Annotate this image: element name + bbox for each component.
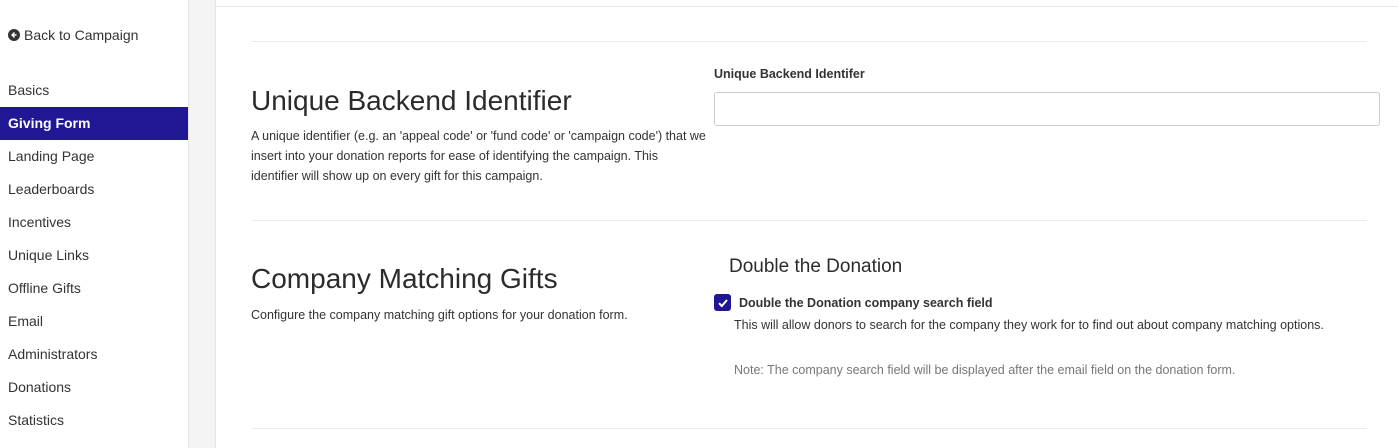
matching-gifts-title: Company Matching Gifts	[251, 263, 558, 294]
backend-identifier-title: Unique Backend Identifier	[251, 85, 572, 116]
double-the-donation-note: Note: The company search field will be d…	[734, 363, 1236, 377]
sidebar-item-offline-gifts[interactable]: Offline Gifts	[0, 272, 188, 305]
back-to-campaign-label: Back to Campaign	[24, 27, 139, 43]
content-gutter	[189, 0, 216, 448]
backend-identifier-input[interactable]	[714, 92, 1380, 126]
sidebar: Back to Campaign Basics Giving Form Land…	[0, 0, 189, 448]
sidebar-item-unique-links[interactable]: Unique Links	[0, 239, 188, 272]
sidebar-item-giving-form[interactable]: Giving Form	[0, 107, 188, 140]
section-divider	[251, 428, 1367, 429]
sidebar-item-administrators[interactable]: Administrators	[0, 338, 188, 371]
double-the-donation-title: Double the Donation	[729, 256, 903, 277]
double-the-donation-checkbox-label[interactable]: Double the Donation company search field	[739, 296, 993, 310]
matching-gifts-description: Configure the company matching gift opti…	[251, 308, 628, 322]
top-divider	[216, 6, 1398, 7]
backend-identifier-description: A unique identifier (e.g. an 'appeal cod…	[251, 129, 706, 183]
double-the-donation-checkbox[interactable]	[714, 294, 731, 311]
double-the-donation-help-text: This will allow donors to search for the…	[734, 318, 1324, 332]
backend-identifier-field-label: Unique Backend Identifer	[714, 67, 865, 81]
sidebar-item-leaderboards[interactable]: Leaderboards	[0, 173, 188, 206]
section-divider	[251, 220, 1367, 221]
back-to-campaign-link[interactable]: Back to Campaign	[8, 27, 138, 43]
section-divider	[251, 41, 1367, 42]
sidebar-item-basics[interactable]: Basics	[0, 74, 188, 107]
sidebar-item-statistics[interactable]: Statistics	[0, 404, 188, 437]
arrow-circle-left-icon	[8, 29, 20, 41]
sidebar-item-email[interactable]: Email	[0, 305, 188, 338]
checkmark-icon	[717, 298, 728, 307]
sidebar-nav: Basics Giving Form Landing Page Leaderbo…	[0, 74, 188, 437]
sidebar-item-landing-page[interactable]: Landing Page	[0, 140, 188, 173]
sidebar-item-donations[interactable]: Donations	[0, 371, 188, 404]
sidebar-item-incentives[interactable]: Incentives	[0, 206, 188, 239]
